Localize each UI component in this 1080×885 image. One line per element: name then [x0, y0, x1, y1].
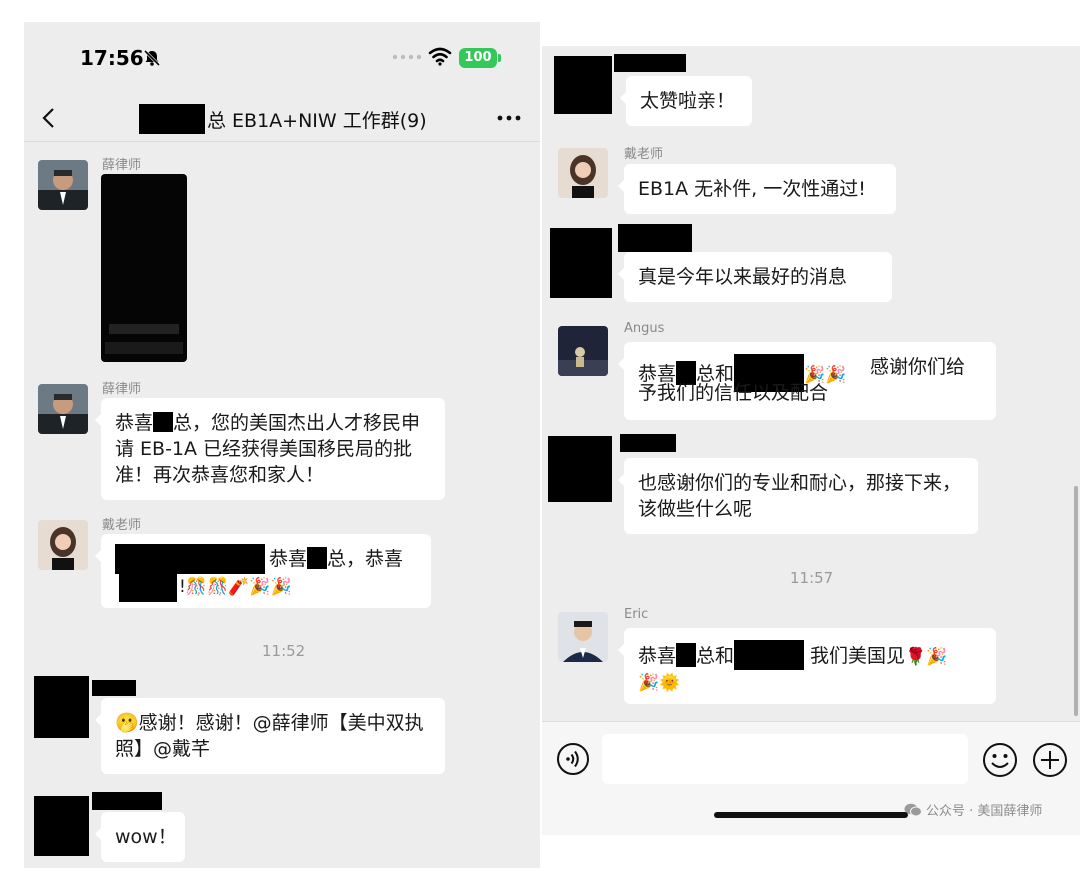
watermark: 公众号 · 美国薛律师 — [904, 800, 1042, 819]
redacted-name — [153, 412, 174, 432]
message-text: 恭喜 总，恭喜 — [269, 546, 403, 572]
emoji-sequence: 🌹🎉 — [905, 647, 948, 667]
scrollbar[interactable] — [1074, 486, 1078, 716]
message-line: 恭喜 总和 我们美国见🌹🎉 — [638, 640, 982, 670]
redacted-avatar — [548, 436, 612, 502]
message-bubble[interactable]: 恭喜 总和 我们美国见🌹🎉 🎉🌞 — [618, 628, 996, 704]
redacted-avatar — [34, 796, 89, 856]
redacted-text — [119, 574, 177, 602]
watermark-text: 公众号 · 美国薛律师 — [926, 804, 1043, 819]
message-text: 也感谢你们的专业和耐心，那接下来，该做些什么呢 — [638, 472, 962, 520]
status-time: 17:56 — [80, 46, 144, 70]
redacted-name — [734, 640, 805, 670]
message-text-part: 恭喜 — [638, 645, 677, 667]
image-redaction — [105, 342, 183, 354]
message-bubble[interactable]: 真是今年以来最好的消息 — [618, 252, 892, 302]
message-bubble[interactable]: 恭喜 总和 🎉🎉 感谢你们给予我们的信任以及配合 — [618, 342, 996, 420]
sender-name: Angus — [624, 321, 665, 336]
message-text-part: 恭喜 — [269, 548, 308, 570]
message-bubble[interactable]: 太赞啦亲！ — [620, 76, 752, 126]
message-text: 感谢你们给予我们的信任以及配合 — [638, 356, 966, 404]
redacted-name — [139, 104, 205, 134]
message-bubble[interactable]: 也感谢你们的专业和耐心，那接下来，该做些什么呢 — [618, 458, 978, 534]
message-text-part: 我们美国见 — [810, 645, 906, 667]
right-chat-screenshot: 太赞啦亲！ 戴老师 EB1A 无补件, 一次性通过! 真是今年以来最好的消息 A… — [542, 46, 1080, 835]
sender-name: Eric — [624, 607, 649, 622]
input-bar: 公众号 · 美国薛律师 — [542, 721, 1080, 835]
message-bubble[interactable]: wow！ — [95, 812, 185, 862]
redacted-avatar — [34, 676, 89, 738]
time-separator: 11:52 — [262, 642, 306, 660]
redacted-avatar — [550, 228, 612, 298]
emoji-sequence: !🎊🎊🧨🎉🎉 — [179, 577, 292, 597]
emoji-sequence: 🎉🌞 — [638, 673, 681, 693]
plus-circle-icon[interactable] — [1032, 742, 1068, 778]
sender-name: 戴老师 — [102, 518, 142, 533]
avatar[interactable] — [558, 612, 608, 662]
back-chevron-icon[interactable] — [38, 106, 62, 130]
wifi-icon — [428, 47, 452, 66]
avatar[interactable] — [558, 326, 608, 376]
avatar[interactable] — [558, 148, 608, 198]
redacted-sender — [618, 224, 692, 252]
message-text-part: 总和 — [696, 645, 735, 667]
chat-title: 总 EB1A+NIW 工作群(9) — [139, 104, 427, 134]
chat-title-text: 总 EB1A+NIW 工作群(9) — [207, 109, 427, 132]
more-dots-icon[interactable] — [496, 110, 522, 126]
redacted-name — [307, 547, 328, 569]
bell-slash-icon — [143, 49, 161, 67]
signal-icon — [392, 54, 422, 60]
emoji: 🫢 — [115, 712, 139, 734]
redacted-text — [115, 544, 265, 574]
message-text: 感谢！感谢！@薛律师【美中双执照】@戴芊 — [115, 712, 424, 760]
message-bubble[interactable]: 🫢感谢！感谢！@薛律师【美中双执照】@戴芊 — [95, 698, 445, 774]
message-input[interactable] — [602, 734, 968, 784]
avatar[interactable] — [38, 160, 88, 210]
redacted-name — [676, 643, 697, 667]
message-text: 恭喜 — [115, 412, 154, 434]
time-separator: 11:57 — [790, 569, 834, 587]
redacted-sender — [92, 680, 136, 696]
avatar[interactable] — [38, 520, 88, 570]
voice-icon[interactable] — [556, 742, 590, 776]
sender-name: 薛律师 — [102, 158, 142, 173]
message-text: 真是今年以来最好的消息 — [638, 266, 848, 288]
battery-indicator: 100 — [459, 48, 497, 68]
avatar[interactable] — [38, 384, 88, 434]
redacted-sender — [92, 792, 162, 810]
image-message[interactable] — [101, 174, 187, 362]
battery-tip — [498, 54, 501, 62]
redacted-sender — [614, 54, 686, 72]
message-bubble[interactable]: 恭喜 总，您的美国杰出人才移民申请 EB-1A 已经获得美国移民局的批准！再次恭喜… — [95, 398, 445, 500]
message-bubble[interactable]: EB1A 无补件, 一次性通过! — [618, 164, 896, 214]
left-chat-screenshot: 17:56 100 总 EB1A+NIW 工作群(9) 薛律师 薛律师 恭喜 总… — [24, 22, 540, 868]
redacted-avatar — [554, 56, 612, 114]
emoji-smile-icon[interactable] — [982, 742, 1018, 778]
status-bar: 17:56 100 — [24, 22, 540, 96]
message-text-part: 总，恭喜 — [327, 548, 404, 570]
redacted-sender — [620, 434, 676, 452]
message-text: EB1A 无补件, 一次性通过! — [638, 178, 866, 200]
home-indicator — [714, 812, 908, 818]
message-text: wow！ — [115, 826, 177, 848]
sender-name: 戴老师 — [624, 147, 664, 162]
message-text: 太赞啦亲！ — [640, 90, 736, 112]
image-redaction — [109, 324, 179, 334]
sender-name: 薛律师 — [102, 382, 142, 397]
chat-nav-bar: 总 EB1A+NIW 工作群(9) — [24, 96, 540, 142]
message-bubble[interactable]: 恭喜 总，恭喜 !🎊🎊🧨🎉🎉 — [95, 534, 431, 608]
